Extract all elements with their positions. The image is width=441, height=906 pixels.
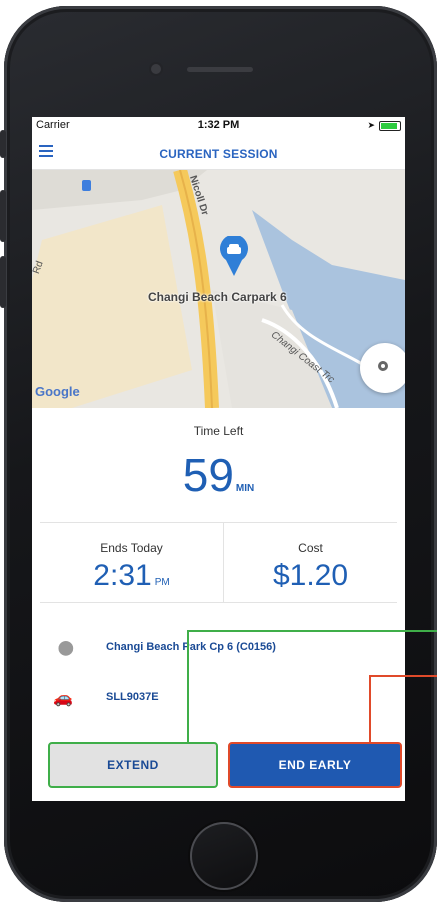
time-left-label: Time Left bbox=[193, 424, 244, 438]
extend-callout-line bbox=[187, 630, 189, 742]
ends-value: 2:31 PM bbox=[40, 559, 223, 593]
status-indicators: ➤ bbox=[367, 120, 401, 131]
location-arrow-icon: ➤ bbox=[367, 120, 375, 130]
map-canvas bbox=[32, 170, 405, 408]
divider bbox=[40, 522, 397, 523]
page-title: CURRENT SESSION bbox=[159, 147, 278, 161]
vehicle-plate: SLL9037E bbox=[106, 691, 159, 703]
google-attribution: Google bbox=[35, 384, 80, 399]
status-bar: Carrier 1:32 PM ➤ bbox=[32, 117, 405, 137]
speaker-grille bbox=[187, 67, 253, 72]
app-screen: Carrier 1:32 PM ➤ CURRENT SESSION Nicoll… bbox=[32, 117, 405, 801]
home-button[interactable] bbox=[190, 822, 258, 890]
ends-label: Ends Today bbox=[100, 541, 163, 555]
extend-callout-line bbox=[187, 630, 437, 632]
end-callout-line bbox=[369, 675, 437, 677]
volume-up-button bbox=[0, 190, 6, 242]
end-early-button[interactable]: END EARLY bbox=[228, 742, 402, 788]
location-pin-icon: ⬤ bbox=[58, 639, 74, 655]
location-text: Changi Beach Park Cp 6 (C0156) bbox=[106, 641, 276, 653]
ends-time: 2:31 bbox=[93, 559, 152, 592]
camera-icon bbox=[151, 64, 161, 74]
nav-bar: CURRENT SESSION bbox=[32, 137, 405, 170]
place-label: Changi Beach Carpark 6 bbox=[148, 290, 287, 304]
locate-me-icon bbox=[378, 361, 388, 371]
cost-value: $1.20 bbox=[272, 559, 349, 592]
mute-switch bbox=[0, 130, 6, 158]
volume-down-button bbox=[0, 256, 6, 308]
time-left-number: 59 bbox=[182, 449, 234, 501]
battery-icon bbox=[379, 120, 401, 131]
ends-suffix: PM bbox=[154, 577, 170, 588]
extend-button[interactable]: EXTEND bbox=[48, 742, 218, 788]
map-view[interactable]: Nicoll Dr Changi Coast Trc Rd Changi Bea… bbox=[32, 170, 405, 408]
time-left-unit: MIN bbox=[235, 483, 255, 494]
time-left-value: 59 MIN bbox=[32, 448, 405, 502]
cost-label: Cost bbox=[298, 541, 323, 555]
locate-me-button[interactable] bbox=[360, 343, 405, 393]
end-callout-line bbox=[369, 675, 371, 742]
status-time: 1:32 PM bbox=[197, 119, 240, 131]
divider bbox=[40, 602, 397, 603]
car-icon: 🚗 bbox=[53, 690, 73, 707]
